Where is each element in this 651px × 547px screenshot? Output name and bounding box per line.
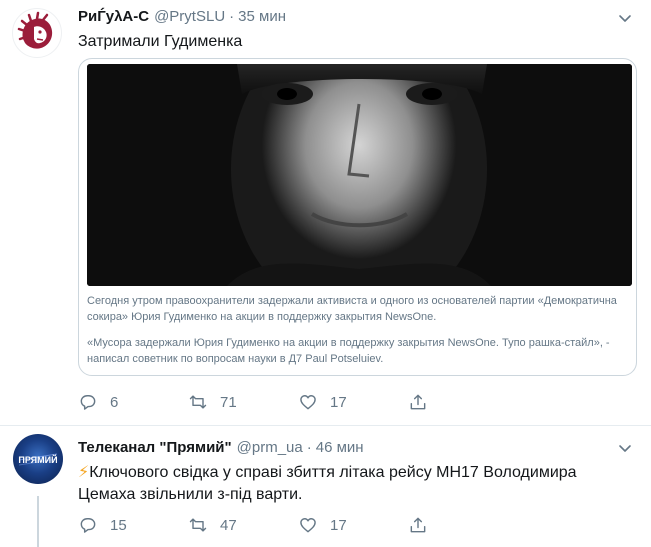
tweet-text-body: Ключового свідка у справі збиття літака … [78,464,577,503]
reply-icon [80,518,96,533]
tv-logo-icon: ПРЯМИЙ [18,453,58,466]
lion-logo-icon [17,11,53,49]
lightning-icon: ⚡ [78,464,90,481]
link-card[interactable]: Сегодня утром правоохранители задержали … [78,58,637,376]
retweet-count: 47 [220,516,237,534]
tweet-actions: 15 47 17 [78,515,428,535]
timestamp[interactable]: 46 мин [316,439,364,456]
card-photo [87,64,632,286]
like-count: 17 [330,393,347,411]
card-paragraph: «Мусора задержали Юрия Гудименко на акци… [87,337,610,365]
tweet-header: Телеканал "Прямий" @prm_ua · 46 мин [78,439,364,456]
retweet-button[interactable]: 71 [188,392,298,412]
share-button[interactable] [408,392,428,412]
author-name[interactable]: Телеканал "Прямий" [78,439,232,456]
like-button[interactable]: 17 [298,392,408,412]
tweet-header: PиЃуλА-С @PrytSLU · 35 мин [78,8,286,25]
like-button[interactable]: 17 [298,515,408,535]
reply-count: 6 [110,393,119,411]
retweet-icon [189,395,207,409]
retweet-icon [189,518,207,532]
share-button[interactable] [408,515,428,535]
portrait-image [87,64,632,286]
tweet-text: ⚡Ключового свідка у справі збиття літака… [78,462,633,506]
author-handle[interactable]: @PrytSLU [154,8,225,25]
share-icon [410,394,426,410]
timestamp[interactable]: 35 мин [238,8,286,25]
chevron-down-icon[interactable] [617,10,633,26]
tweet-actions: 6 71 17 [78,392,428,412]
like-count: 17 [330,516,347,534]
tweet[interactable]: ПРЯМИЙ Телеканал "Прямий" @prm_ua · 46 м… [0,427,651,547]
avatar-label: ПРЯМИЙ [18,454,57,465]
avatar[interactable] [12,8,62,58]
avatar[interactable]: ПРЯМИЙ [13,434,63,484]
reply-button[interactable]: 15 [78,515,188,535]
like-icon [300,518,316,533]
card-paragraph: Сегодня утром правоохранители задержали … [87,295,617,323]
retweet-button[interactable]: 47 [188,515,298,535]
like-icon [300,395,316,410]
author-handle[interactable]: @prm_ua [237,439,303,456]
tweet[interactable]: PиЃуλА-С @PrytSLU · 35 мин Затримали Гуд… [0,0,651,426]
retweet-count: 71 [220,393,237,411]
tweet-text: Затримали Гудименка [78,33,243,50]
separator-dot: · [229,8,235,25]
chevron-down-icon[interactable] [617,440,633,456]
reply-icon [80,395,96,410]
thread-line [37,496,39,547]
reply-button[interactable]: 6 [78,392,188,412]
reply-count: 15 [110,516,127,534]
author-name[interactable]: PиЃуλА-С [78,8,149,25]
separator-dot: · [306,439,312,456]
share-icon [410,517,426,533]
